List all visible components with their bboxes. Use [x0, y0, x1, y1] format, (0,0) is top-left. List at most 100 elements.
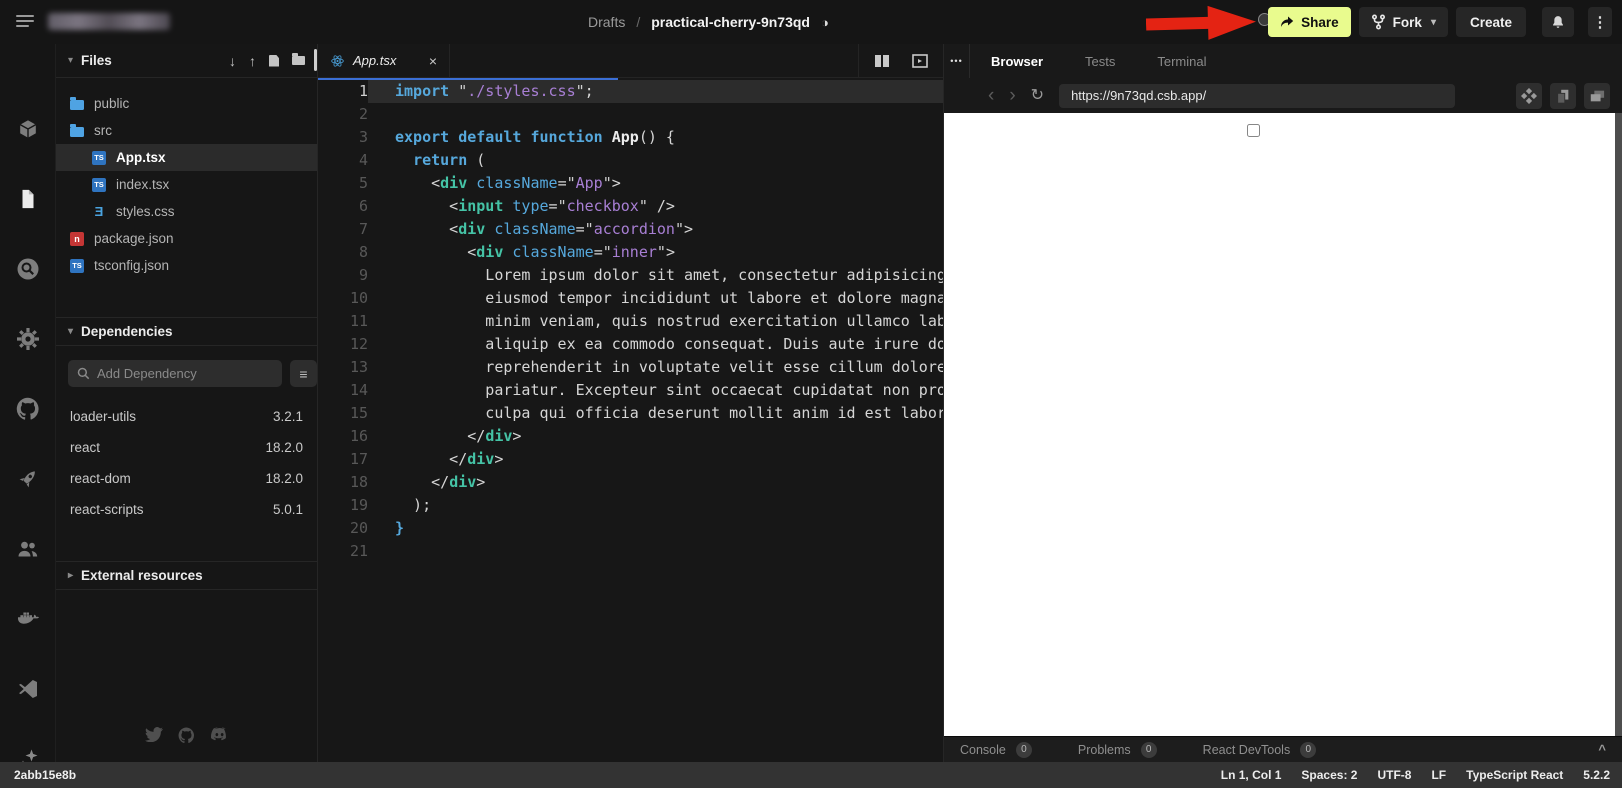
open-preview-icon[interactable]: [912, 53, 928, 68]
split-view-icon[interactable]: [874, 54, 890, 68]
file-tree-item-package.json[interactable]: n package.json: [56, 225, 317, 252]
code-line[interactable]: 2: [318, 103, 943, 126]
code-line[interactable]: 8 <div className="inner">: [318, 241, 943, 264]
code-editor[interactable]: 1 import "./styles.css"; 2 3 export default …: [318, 80, 943, 762]
files-icon[interactable]: [15, 186, 41, 212]
url-input[interactable]: [1059, 83, 1456, 108]
file-tree-item-src[interactable]: src: [56, 117, 317, 144]
close-icon[interactable]: ×: [429, 53, 437, 69]
settings-gear-icon[interactable]: [15, 326, 41, 352]
file-tree-item-public[interactable]: public: [56, 90, 317, 117]
tab-app-tsx[interactable]: App.tsx ×: [318, 44, 450, 77]
twitter-icon[interactable]: [144, 727, 163, 742]
menu-icon[interactable]: [16, 15, 34, 27]
code-line[interactable]: 13 reprehenderit in voluptate velit esse…: [318, 356, 943, 379]
code-line[interactable]: 18 </div>: [318, 471, 943, 494]
code-line[interactable]: 14 pariatur. Excepteur sint occaecat cup…: [318, 379, 943, 402]
share-button[interactable]: Share: [1268, 7, 1351, 37]
add-dependency-search[interactable]: [68, 360, 282, 387]
code-line[interactable]: 5 <div className="App">: [318, 172, 943, 195]
code-line[interactable]: 15 culpa qui officia deserunt mollit ani…: [318, 402, 943, 425]
file-tree-item-styles.css[interactable]: Ǝstyles.css: [56, 198, 317, 225]
upload-icon[interactable]: ↑: [249, 53, 256, 69]
add-dependency-input[interactable]: [97, 366, 273, 381]
expand-console-icon[interactable]: ^: [1598, 742, 1606, 757]
react-icon: [331, 54, 344, 67]
breadcrumb-folder[interactable]: Drafts: [588, 14, 625, 30]
code-line[interactable]: 16 </div>: [318, 425, 943, 448]
devtools-tab-problems[interactable]: Problems 0: [1078, 741, 1157, 758]
forward-icon[interactable]: ›: [1009, 86, 1015, 105]
code-line[interactable]: 4 return (: [318, 149, 943, 172]
refresh-icon[interactable]: ↻: [1031, 87, 1044, 104]
dependency-row-react-scripts[interactable]: react-scripts 5.0.1: [56, 494, 317, 525]
back-icon[interactable]: ‹: [988, 86, 994, 105]
package-icon[interactable]: [15, 116, 41, 142]
dependency-list-button[interactable]: ≡: [290, 360, 317, 387]
code-line[interactable]: 6 <input type="checkbox" />: [318, 195, 943, 218]
fork-button[interactable]: Fork ▾: [1358, 7, 1448, 37]
chevron-down-icon[interactable]: ▾: [68, 326, 73, 337]
header-actions: Share Fork ▾ Create ⋮: [1268, 7, 1612, 37]
code-line[interactable]: 12 aliquip ex ea commodo consequat. Duis…: [318, 333, 943, 356]
code-line[interactable]: 3 export default function App() {: [318, 126, 943, 149]
dependencies-header[interactable]: ▾ Dependencies: [56, 317, 317, 346]
responsive-preview-button[interactable]: [1516, 82, 1542, 109]
external-resources-header[interactable]: ▸ External resources: [56, 561, 317, 590]
file-name: App.tsx: [116, 150, 166, 165]
chevron-right-icon[interactable]: ▸: [68, 570, 73, 581]
sandbox-title[interactable]: practical-cherry-9n73qd: [651, 14, 810, 30]
stacked-windows-icon: [1590, 90, 1605, 101]
line-number: 10: [349, 289, 368, 307]
dependencies-title: Dependencies: [81, 324, 173, 339]
code-line[interactable]: 10 eiusmod tempor incididunt ut labore e…: [318, 287, 943, 310]
more-options-button[interactable]: ⋮: [1588, 7, 1612, 37]
create-button[interactable]: Create: [1455, 7, 1526, 37]
preview-tab-tests[interactable]: Tests: [1064, 44, 1136, 78]
search-icon[interactable]: [15, 256, 41, 282]
dependency-row-react[interactable]: react 18.2.0: [56, 432, 317, 463]
github-icon[interactable]: [15, 396, 41, 422]
file-tree-item-tsconfig.json[interactable]: TS tsconfig.json: [56, 252, 317, 279]
code-line[interactable]: 7 <div className="accordion">: [318, 218, 943, 241]
privacy-globe-icon[interactable]: ◑: [821, 15, 829, 30]
preview-tab-terminal[interactable]: Terminal: [1136, 44, 1227, 78]
line-number: 14: [349, 381, 368, 399]
code-line[interactable]: 17 </div>: [318, 448, 943, 471]
line-number: 3: [358, 128, 368, 146]
duplicate-preview-button[interactable]: [1584, 82, 1610, 109]
files-scrollbar-thumb[interactable]: [314, 49, 317, 71]
code-line[interactable]: 20}: [318, 517, 943, 540]
devtools-tab-react-devtools[interactable]: React DevTools 0: [1203, 741, 1317, 758]
new-file-icon[interactable]: [269, 54, 279, 67]
file-tree-item-index.tsx[interactable]: TS index.tsx: [56, 171, 317, 198]
files-panel-header[interactable]: ▾ Files ↓ ↑: [56, 44, 317, 78]
open-in-new-window-button[interactable]: [1550, 82, 1576, 109]
vscode-icon[interactable]: [15, 676, 41, 702]
export-download-icon[interactable]: ↓: [229, 53, 236, 69]
dependency-search-row: ≡: [56, 346, 317, 401]
discord-icon[interactable]: [210, 727, 229, 741]
line-number: 13: [349, 358, 368, 376]
preview-tab-browser[interactable]: Browser: [970, 44, 1064, 78]
dependency-row-loader-utils[interactable]: loader-utils 3.2.1: [56, 401, 317, 432]
devtools-tab-console[interactable]: Console 0: [960, 741, 1032, 758]
chevron-down-icon[interactable]: ▾: [68, 55, 73, 66]
preview-checkbox[interactable]: [1247, 124, 1260, 137]
code-line[interactable]: 21: [318, 540, 943, 563]
panel-menu-icon[interactable]: •••: [944, 44, 970, 78]
github-icon[interactable]: [178, 727, 195, 744]
ai-sparkles-icon[interactable]: [15, 746, 41, 762]
dependency-row-react-dom[interactable]: react-dom 18.2.0: [56, 463, 317, 494]
code-line[interactable]: 9 Lorem ipsum dolor sit amet, consectetu…: [318, 264, 943, 287]
file-tree-item-App.tsx[interactable]: TS App.tsx: [56, 144, 317, 171]
team-icon[interactable]: [15, 536, 41, 562]
new-folder-icon[interactable]: [292, 53, 305, 65]
rocket-icon[interactable]: [15, 466, 41, 492]
code-line[interactable]: 1 import "./styles.css";: [318, 80, 943, 103]
browser-scrollbar[interactable]: [1615, 113, 1622, 736]
code-line[interactable]: 19 );: [318, 494, 943, 517]
notifications-button[interactable]: [1542, 7, 1574, 37]
code-line[interactable]: 11 minim veniam, quis nostrud exercitati…: [318, 310, 943, 333]
docker-icon[interactable]: [15, 606, 41, 632]
